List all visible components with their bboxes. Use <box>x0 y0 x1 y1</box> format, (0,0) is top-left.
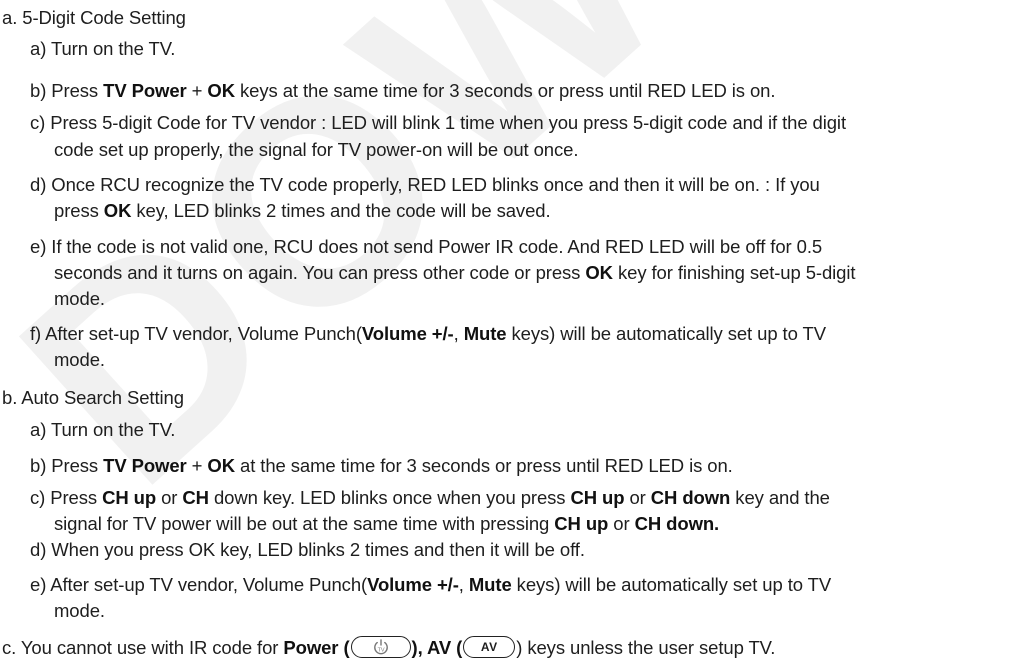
section-a-step-e-line1: e) If the code is not valid one, RCU doe… <box>30 236 823 257</box>
section-a-step-a: a) Turn on the TV. <box>30 38 176 59</box>
tv-power-key: TV <box>350 636 411 659</box>
section-a-step-c-line1: c) Press 5-digit Code for TV vendor : LE… <box>30 112 846 133</box>
section-b-heading: b. Auto Search Setting <box>2 387 184 408</box>
section-b-step-b: b) Press TV Power + OK at the same time … <box>30 455 733 476</box>
svg-text:TV: TV <box>377 648 384 654</box>
section-c-note: c. You cannot use with IR code for Power… <box>2 636 776 659</box>
section-a-step-e-line3: mode. <box>54 288 105 309</box>
section-b-step-c-line1: c) Press CH up or CH down key. LED blink… <box>30 487 830 508</box>
section-a-step-d-line1: d) Once RCU recognize the TV code proper… <box>30 174 820 195</box>
section-a-step-e-line2: seconds and it turns on again. You can p… <box>54 262 856 283</box>
section-a-step-d-line2: press OK key, LED blinks 2 times and the… <box>54 200 551 221</box>
av-key: AV <box>463 636 516 659</box>
section-b-step-a: a) Turn on the TV. <box>30 419 176 440</box>
section-b-step-e-line2: mode. <box>54 600 105 621</box>
section-a-step-b: b) Press TV Power + OK keys at the same … <box>30 80 776 101</box>
tv-power-icon: TV <box>373 639 388 655</box>
section-b-step-c-line2: signal for TV power will be out at the s… <box>54 513 720 534</box>
section-a-step-f-line2: mode. <box>54 349 105 370</box>
section-b-step-e-line1: e) After set-up TV vendor, Volume Punch(… <box>30 574 832 595</box>
section-b-step-d: d) When you press OK key, LED blinks 2 t… <box>30 539 585 560</box>
section-a-step-f-line1: f) After set-up TV vendor, Volume Punch(… <box>30 323 826 344</box>
section-a-step-c-line2: code set up properly, the signal for TV … <box>54 139 579 160</box>
section-a-heading: a. 5-Digit Code Setting <box>2 7 186 28</box>
